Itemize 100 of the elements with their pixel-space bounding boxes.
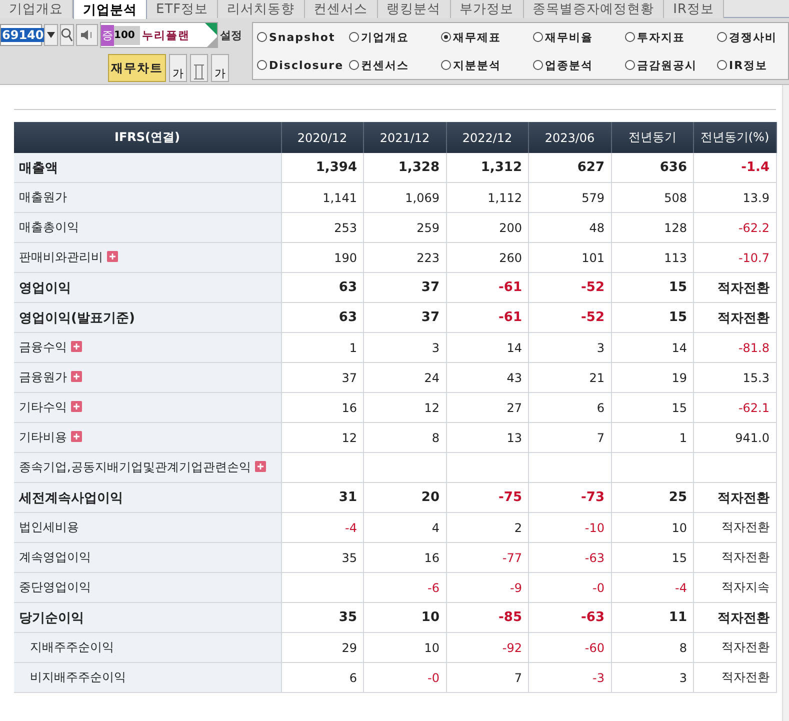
radio-button[interactable]	[441, 32, 451, 42]
row-label: 영업이익	[14, 272, 281, 302]
tab[interactable]: ETF정보	[147, 0, 218, 18]
radio-button[interactable]	[717, 32, 727, 42]
tab[interactable]: IR정보	[664, 0, 724, 18]
table-cell: 적자지속	[694, 572, 776, 602]
row-label: 세전계속사업이익	[14, 482, 281, 512]
table-cell: -10	[528, 512, 611, 542]
view-option[interactable]: Disclosure	[257, 51, 349, 79]
table-cell: -63	[528, 542, 611, 572]
column-header: 2021/12	[364, 122, 446, 153]
view-option[interactable]: 재무제표	[441, 23, 533, 51]
sound-button[interactable]	[76, 24, 98, 46]
radio-button[interactable]	[625, 60, 635, 70]
table-cell: -92	[446, 632, 528, 662]
table-cell: 48	[528, 212, 611, 242]
row-label: 지배주주순이익	[14, 632, 281, 662]
expand-icon[interactable]	[71, 431, 82, 442]
radio-button[interactable]	[533, 32, 543, 42]
table-cell: 43	[446, 362, 528, 392]
table-cell: 8	[611, 632, 694, 662]
table-cell: -77	[446, 542, 528, 572]
settings-label: 설정	[220, 28, 242, 42]
view-option[interactable]: IR정보	[717, 51, 788, 79]
tab[interactable]: 기업분석	[73, 0, 147, 19]
view-option[interactable]: 투자지표	[625, 23, 717, 51]
tab[interactable]: 기업개요	[0, 0, 73, 18]
table-cell: 1,394	[281, 153, 364, 182]
view-option[interactable]: 지분분석	[441, 51, 533, 79]
table-cell: 13.9	[694, 182, 776, 212]
bracket-button[interactable]	[190, 54, 208, 82]
row-label: 판매비와관리비	[14, 242, 281, 272]
search-button[interactable]	[60, 24, 74, 46]
view-option[interactable]: 컨센서스	[349, 51, 441, 79]
column-header: 2023/06	[528, 122, 611, 153]
expand-icon[interactable]	[254, 461, 266, 472]
table-cell: 적자전환	[694, 482, 776, 512]
table-cell: 200	[446, 212, 528, 242]
table-cell: 6	[528, 392, 611, 422]
view-option[interactable]: Snapshot	[257, 23, 349, 51]
view-option[interactable]: 재무비율	[533, 23, 625, 51]
table-cell: 8	[364, 422, 446, 452]
table-cell: -3	[528, 662, 611, 692]
company-name: 누리플랜	[141, 28, 190, 42]
radio-button[interactable]	[717, 60, 727, 70]
font-decrease-button[interactable]: 가	[211, 54, 229, 82]
table-cell: 15.3	[694, 362, 776, 392]
table-cell: 37	[364, 302, 446, 332]
radio-button[interactable]	[441, 60, 451, 70]
view-option[interactable]: 경쟁사비	[717, 23, 788, 51]
table-cell: 128	[611, 212, 694, 242]
radio-button[interactable]	[625, 32, 635, 42]
margin-rate: 100	[114, 26, 140, 44]
stock-code-field[interactable]: 69140	[0, 24, 42, 46]
table-cell: 14	[446, 332, 528, 362]
radio-button[interactable]	[349, 32, 359, 42]
expand-icon[interactable]	[107, 251, 118, 262]
row-label: 금융원가	[14, 362, 281, 392]
radio-button[interactable]	[533, 60, 543, 70]
table-cell: 14	[611, 332, 694, 362]
table-cell: -62.2	[694, 212, 776, 242]
table-cell: 259	[364, 212, 446, 242]
radio-button[interactable]	[257, 60, 267, 70]
expand-icon[interactable]	[71, 401, 82, 412]
table-cell: -60	[528, 632, 611, 662]
view-option[interactable]: 금감원공시	[625, 51, 717, 79]
radio-button[interactable]	[349, 60, 359, 70]
tab[interactable]: 종목별증자예정현황	[524, 0, 664, 18]
table-cell: 190	[281, 242, 364, 272]
row-label: 영업이익(발표기준)	[14, 302, 281, 332]
table-cell: -85	[446, 602, 528, 632]
tab[interactable]: 리서치동향	[218, 0, 305, 18]
financial-chart-button[interactable]: 재무차트	[108, 54, 166, 82]
table-cell: 적자전환	[694, 602, 776, 632]
table-cell: 627	[528, 153, 611, 182]
dropdown-button[interactable]	[44, 24, 58, 46]
bracket-icon	[193, 63, 205, 81]
table-cell: 29	[281, 632, 364, 662]
column-header: 전년동기(%)	[694, 122, 776, 153]
table-cell: 12	[364, 392, 446, 422]
table-cell: 253	[281, 212, 364, 242]
radio-button[interactable]	[257, 32, 267, 42]
expand-icon[interactable]	[71, 341, 82, 352]
table-cell: -1.4	[694, 153, 776, 182]
row-label: 비지배주주순이익	[14, 662, 281, 692]
expand-icon[interactable]	[71, 371, 82, 382]
table-cell: 15	[611, 392, 694, 422]
tab[interactable]: 부가정보	[450, 0, 524, 18]
table-cell: -4	[281, 512, 364, 542]
tab[interactable]: 랭킹분석	[378, 0, 451, 18]
table-cell: 27	[446, 392, 528, 422]
font-increase-button[interactable]: 가	[169, 54, 187, 82]
view-option[interactable]: 기업개요	[349, 23, 441, 51]
table-cell: 16	[364, 542, 446, 572]
view-option[interactable]: 업종분석	[533, 51, 625, 79]
tab[interactable]: 컨센서스	[304, 0, 378, 18]
table-cell: -52	[528, 302, 611, 332]
table-cell: 1	[281, 332, 364, 362]
table-cell: 11	[611, 602, 694, 632]
table-cell: 1,312	[446, 153, 528, 182]
